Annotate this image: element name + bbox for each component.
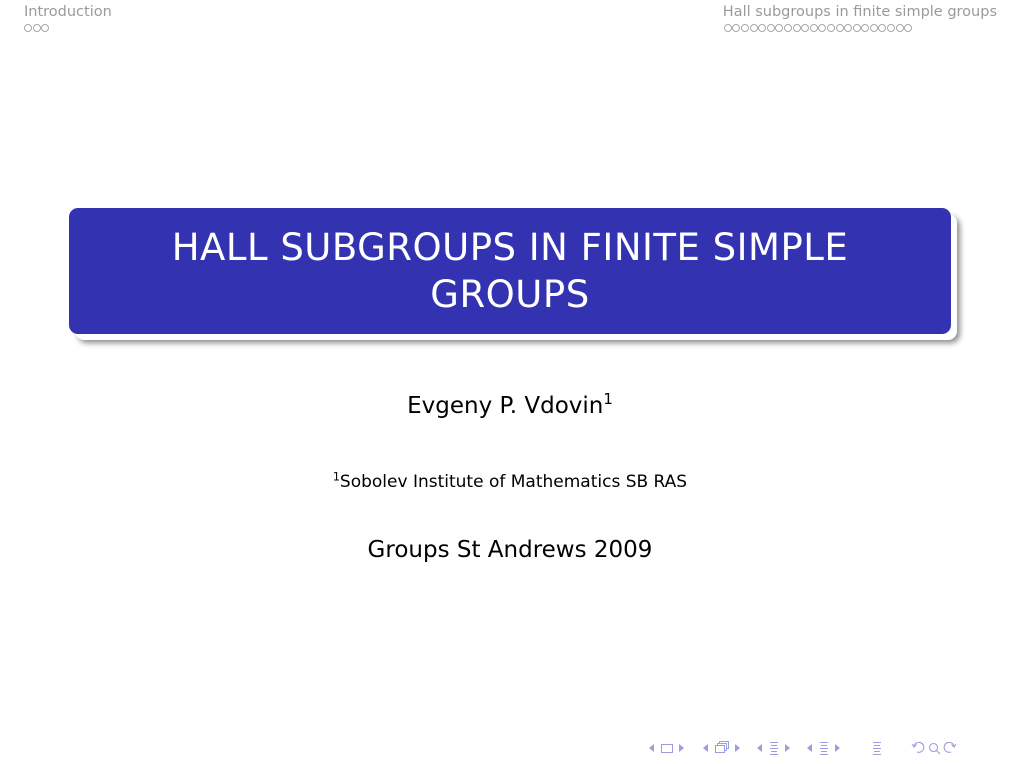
institute-mark: 1 (332, 470, 340, 484)
author-affiliation-mark: 1 (603, 390, 613, 409)
search-icon[interactable] (926, 742, 942, 755)
frame-icon[interactable] (656, 743, 678, 753)
forward-icon[interactable] (942, 742, 958, 754)
prev-section-icon[interactable] (756, 741, 764, 755)
hall-subgroups-frame-dot[interactable] (740, 24, 749, 32)
introduction-frame-dot[interactable] (32, 24, 41, 32)
frame-dots-hall-subgroups (723, 24, 997, 34)
hall-subgroups-frame-dot[interactable] (758, 24, 767, 32)
hall-subgroups-frame-dot[interactable] (775, 24, 784, 32)
hall-subgroups-frame-dot[interactable] (869, 24, 878, 32)
author-name: Evgeny P. Vdovin (407, 393, 604, 419)
hall-subgroups-frame-dot[interactable] (801, 24, 810, 32)
hall-subgroups-frame-dot[interactable] (783, 24, 792, 32)
section-link-introduction[interactable]: Introduction (24, 3, 112, 21)
next-subsection-icon[interactable] (734, 741, 742, 755)
hall-subgroups-frame-dot[interactable] (809, 24, 818, 32)
introduction-frame-dot[interactable] (24, 24, 32, 32)
hall-subgroups-frame-dot[interactable] (818, 24, 827, 32)
section-list-icon[interactable] (814, 741, 834, 755)
headline-bar: Introduction Hall subgroups in finite si… (0, 0, 1020, 40)
title-box: HALL SUBGROUPS IN FINITE SIMPLE GROUPS (69, 208, 951, 334)
appendix-icon[interactable] (870, 741, 884, 755)
hall-subgroups-frame-dot[interactable] (826, 24, 835, 32)
prev-section-icon-2[interactable] (806, 741, 814, 755)
introduction-frame-dot[interactable] (41, 24, 50, 32)
date-line: Groups St Andrews 2009 (367, 537, 653, 563)
hall-subgroups-frame-dot[interactable] (861, 24, 870, 32)
frame-dots-introduction (24, 24, 112, 34)
presentation-title: HALL SUBGROUPS IN FINITE SIMPLE GROUPS (171, 226, 849, 316)
hall-subgroups-frame-dot[interactable] (887, 24, 896, 32)
hall-subgroups-frame-dot[interactable] (835, 24, 844, 32)
hall-subgroups-frame-dot[interactable] (895, 24, 904, 32)
institute-line: 1Sobolev Institute of Mathematics SB RAS (0, 470, 1020, 494)
hall-subgroups-frame-dot[interactable] (792, 24, 801, 32)
next-section-icon-2[interactable] (834, 741, 842, 755)
headline-section-introduction: Introduction (24, 3, 112, 34)
hall-subgroups-frame-dot[interactable] (904, 24, 913, 32)
next-section-icon[interactable] (784, 741, 792, 755)
institute-name: Sobolev Institute of Mathematics SB RAS (339, 472, 688, 492)
prev-frame-icon[interactable] (648, 741, 656, 755)
hall-subgroups-frame-dot[interactable] (852, 24, 861, 32)
hall-subgroups-frame-dot[interactable] (749, 24, 758, 32)
subsection-icon[interactable] (710, 741, 734, 755)
back-icon[interactable] (910, 742, 926, 754)
hall-subgroups-frame-dot[interactable] (723, 24, 732, 32)
prev-subsection-icon[interactable] (702, 741, 710, 755)
hall-subgroups-frame-dot[interactable] (732, 24, 741, 32)
hall-subgroups-frame-dot[interactable] (844, 24, 853, 32)
next-frame-icon[interactable] (678, 741, 686, 755)
headline-section-hall-subgroups: Hall subgroups in finite simple groups (723, 3, 997, 34)
section-link-hall-subgroups[interactable]: Hall subgroups in finite simple groups (723, 3, 997, 21)
navigation-symbols (648, 739, 958, 757)
section-icon[interactable] (764, 741, 784, 755)
hall-subgroups-frame-dot[interactable] (878, 24, 887, 32)
title-block: HALL SUBGROUPS IN FINITE SIMPLE GROUPS (69, 208, 951, 334)
hall-subgroups-frame-dot[interactable] (766, 24, 775, 32)
author-line: Evgeny P. Vdovin1 (0, 391, 1020, 421)
